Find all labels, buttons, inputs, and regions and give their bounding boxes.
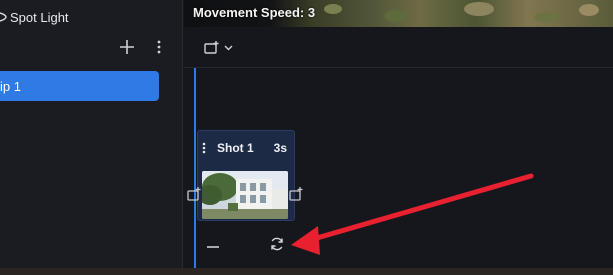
left-panel-header: Spot Light	[0, 0, 183, 34]
clip-list-item-label: ip 1	[0, 79, 21, 94]
shot-card[interactable]: Shot 1 3s	[197, 130, 295, 221]
add-shot-icon	[204, 41, 233, 54]
timeline-toolbar	[184, 27, 613, 68]
panel-title: Spot Light	[10, 10, 69, 25]
light-icon	[0, 10, 10, 24]
insert-shot-before-icon[interactable]	[186, 185, 204, 203]
clip-list-item[interactable]: ip 1	[0, 71, 159, 101]
bottom-edge	[0, 268, 613, 275]
add-icon[interactable]	[118, 38, 136, 56]
shot-thumbnail	[202, 171, 288, 219]
insert-shot-after-icon[interactable]	[288, 185, 306, 203]
more-vertical-icon[interactable]	[201, 141, 207, 155]
shot-name: Shot 1	[217, 141, 254, 155]
shot-duration: 3s	[273, 141, 287, 155]
minus-icon[interactable]	[206, 239, 220, 249]
add-shot-dropdown[interactable]	[202, 39, 236, 57]
preview-image: Movement Speed: 3	[184, 0, 613, 27]
left-panel: Spot Light ip 1	[0, 0, 183, 268]
movement-speed-label: Movement Speed: 3	[193, 5, 316, 20]
more-vertical-icon[interactable]	[152, 38, 166, 56]
refresh-icon[interactable]	[269, 236, 285, 252]
playhead[interactable]	[194, 68, 196, 268]
